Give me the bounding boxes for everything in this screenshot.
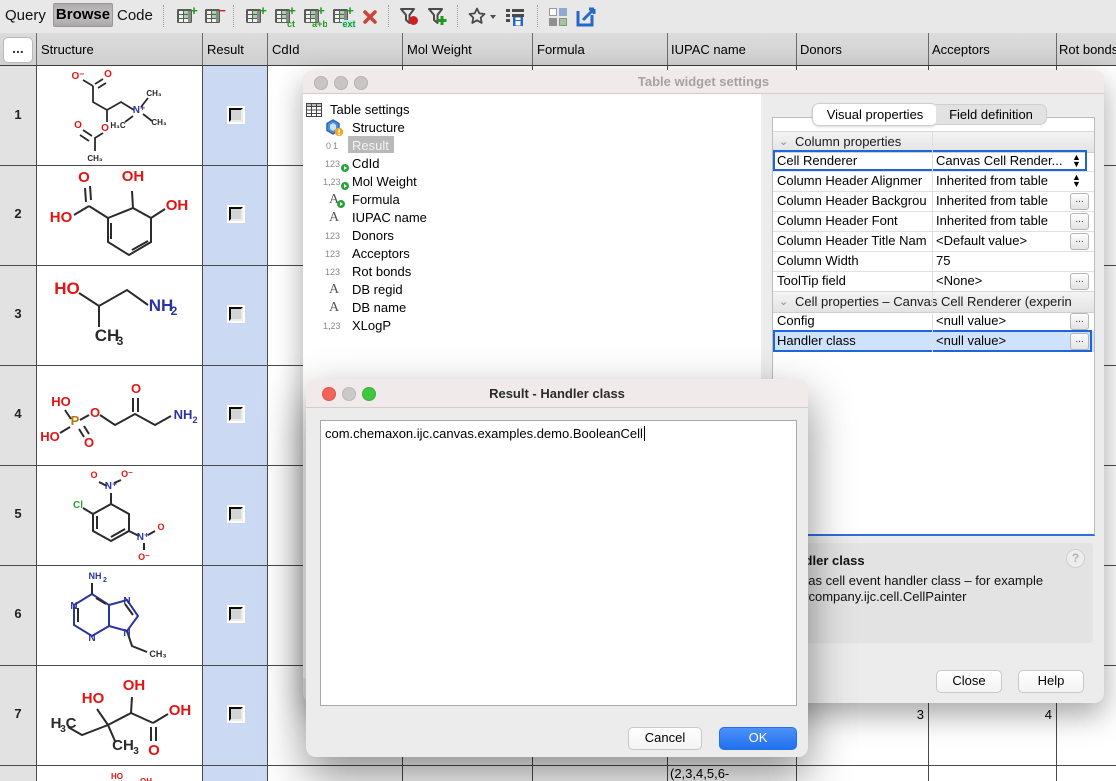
svg-text:O: O bbox=[90, 405, 100, 420]
svg-text:N⁺: N⁺ bbox=[105, 481, 118, 492]
svg-text:N: N bbox=[123, 596, 130, 607]
svg-text:OH: OH bbox=[123, 677, 146, 694]
svg-text:P: P bbox=[71, 413, 80, 428]
svg-text:O⁻: O⁻ bbox=[71, 71, 84, 82]
svg-text:ct: ct bbox=[287, 19, 295, 28]
svg-text:O: O bbox=[131, 381, 141, 396]
svg-text:N: N bbox=[70, 601, 77, 612]
svg-text:+: + bbox=[317, 6, 325, 18]
svg-text:OH: OH bbox=[169, 702, 192, 719]
svg-text:CH₃: CH₃ bbox=[146, 89, 162, 98]
svg-text:CH: CH bbox=[112, 737, 134, 754]
svg-text:O: O bbox=[157, 522, 164, 532]
svg-text:HO: HO bbox=[50, 209, 73, 226]
svg-text:O: O bbox=[78, 169, 90, 186]
svg-text:HO: HO bbox=[51, 394, 71, 409]
svg-text:O⁻: O⁻ bbox=[121, 469, 133, 479]
svg-text:HO: HO bbox=[40, 429, 60, 444]
svg-text:O: O bbox=[74, 120, 82, 131]
svg-text:OH: OH bbox=[140, 777, 152, 781]
svg-text:CH₃: CH₃ bbox=[87, 154, 103, 163]
svg-text:N⁺: N⁺ bbox=[137, 532, 150, 543]
svg-text:3: 3 bbox=[117, 334, 124, 348]
svg-text:O: O bbox=[84, 435, 94, 450]
svg-text:N: N bbox=[123, 628, 130, 639]
svg-text:HO: HO bbox=[82, 690, 105, 707]
svg-text:CH₃: CH₃ bbox=[151, 118, 167, 127]
svg-text:O: O bbox=[104, 69, 112, 80]
svg-text:NH: NH bbox=[89, 571, 102, 581]
svg-text:Cl: Cl bbox=[73, 500, 83, 511]
svg-text:ext: ext bbox=[342, 19, 355, 28]
svg-text:+: + bbox=[288, 6, 296, 18]
svg-text:+: + bbox=[259, 6, 267, 18]
svg-text:2: 2 bbox=[103, 577, 107, 584]
svg-text:N: N bbox=[88, 633, 95, 644]
svg-text:+: + bbox=[346, 6, 354, 18]
svg-text:H₃C: H₃C bbox=[110, 121, 125, 130]
svg-text:HO: HO bbox=[111, 772, 123, 781]
svg-text:2: 2 bbox=[192, 415, 197, 425]
svg-text:O: O bbox=[90, 470, 97, 480]
svg-text:HO: HO bbox=[54, 279, 80, 298]
svg-text:a+b: a+b bbox=[312, 19, 327, 28]
svg-text:CH₃: CH₃ bbox=[149, 649, 166, 659]
svg-text:CH: CH bbox=[95, 326, 120, 345]
svg-text:−: − bbox=[218, 6, 226, 18]
svg-text:O: O bbox=[101, 123, 109, 134]
svg-text:N⁺: N⁺ bbox=[133, 105, 146, 116]
svg-text:+: + bbox=[190, 6, 198, 18]
svg-text:2: 2 bbox=[171, 304, 178, 318]
svg-text:C: C bbox=[66, 715, 77, 732]
svg-text:O: O bbox=[148, 742, 160, 759]
svg-text:NH: NH bbox=[149, 296, 174, 315]
svg-text:O⁻: O⁻ bbox=[138, 552, 150, 562]
svg-text:3: 3 bbox=[133, 746, 139, 757]
svg-text:OH: OH bbox=[122, 168, 145, 185]
svg-text:NH: NH bbox=[174, 407, 193, 422]
svg-text:OH: OH bbox=[166, 197, 189, 214]
